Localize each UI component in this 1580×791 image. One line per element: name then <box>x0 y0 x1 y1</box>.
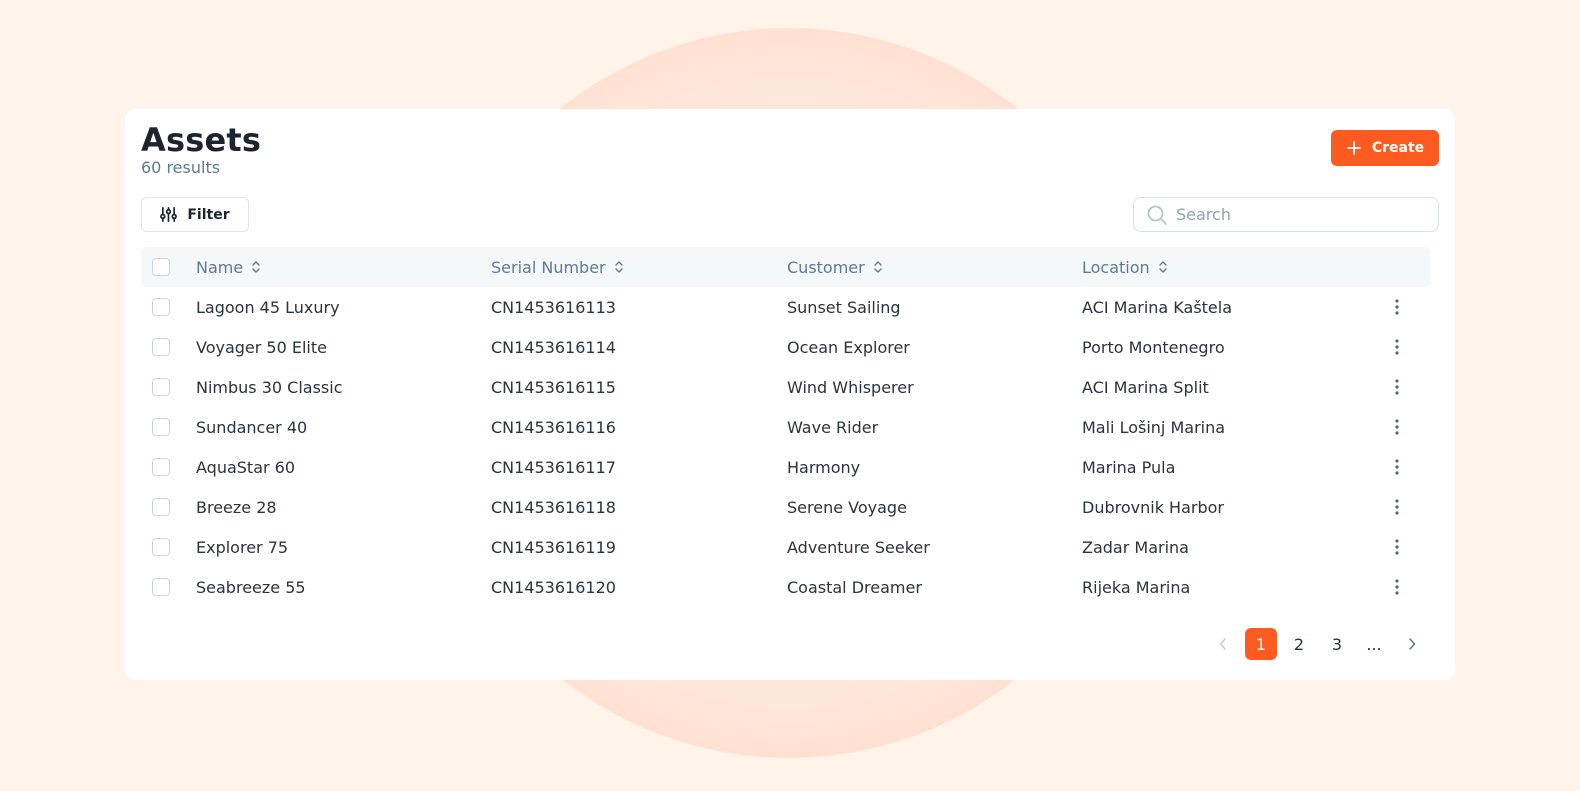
table-header: Name Serial Number Customer Location <box>141 247 1431 287</box>
page-button-1[interactable]: 1 <box>1245 628 1277 660</box>
search-icon <box>1147 205 1167 225</box>
column-header-label: Name <box>196 257 244 277</box>
select-all-checkbox[interactable] <box>152 258 170 276</box>
more-vertical-icon <box>1395 419 1399 435</box>
table-row[interactable]: Explorer 75 CN1453616119 Adventure Seeke… <box>141 527 1431 567</box>
cell-customer: Serene Voyage <box>787 497 907 517</box>
column-header-serial-number[interactable]: Serial Number <box>491 247 624 287</box>
cell-serial-number: CN1453616120 <box>491 577 616 597</box>
row-menu-button[interactable] <box>1385 375 1409 399</box>
table-row[interactable]: Breeze 28 CN1453616118 Serene Voyage Dub… <box>141 487 1431 527</box>
table-row[interactable]: Nimbus 30 Classic CN1453616115 Wind Whis… <box>141 367 1431 407</box>
cell-serial-number: CN1453616114 <box>491 337 616 357</box>
row-checkbox[interactable] <box>152 458 170 476</box>
cell-customer: Adventure Seeker <box>787 537 930 557</box>
row-checkbox[interactable] <box>152 418 170 436</box>
cell-customer: Sunset Sailing <box>787 297 901 317</box>
row-checkbox[interactable] <box>152 498 170 516</box>
column-header-label: Location <box>1082 257 1150 277</box>
more-vertical-icon <box>1395 579 1399 595</box>
cell-customer: Wave Rider <box>787 417 879 437</box>
search-input[interactable] <box>1176 205 1426 224</box>
more-vertical-icon <box>1395 379 1399 395</box>
column-header-label: Serial Number <box>491 257 606 277</box>
more-vertical-icon <box>1395 459 1399 475</box>
assets-card: Assets 60 results Create Filter Name <box>125 109 1455 680</box>
cell-customer: Coastal Dreamer <box>787 577 922 597</box>
row-checkbox[interactable] <box>152 538 170 556</box>
cell-customer: Wind Whisperer <box>787 377 914 397</box>
cell-location: ACI Marina Kaštela <box>1082 297 1233 317</box>
cell-location: Mali Lošinj Marina <box>1082 417 1226 437</box>
cell-location: ACI Marina Split <box>1082 377 1209 397</box>
sliders-icon <box>160 207 178 222</box>
chevron-left-icon <box>1219 638 1226 650</box>
create-button[interactable]: Create <box>1331 130 1439 166</box>
cell-name: Nimbus 30 Classic <box>196 377 343 397</box>
table-row[interactable]: Lagoon 45 Luxury CN1453616113 Sunset Sai… <box>141 287 1431 327</box>
row-menu-button[interactable] <box>1385 295 1409 319</box>
table-row[interactable]: Sundancer 40 CN1453616116 Wave Rider Mal… <box>141 407 1431 447</box>
plus-icon <box>1346 141 1361 155</box>
results-count: 60 results <box>141 158 221 177</box>
more-vertical-icon <box>1395 499 1399 515</box>
page-button-2[interactable]: 2 <box>1283 628 1315 660</box>
sort-icon <box>252 261 260 273</box>
cell-location: Porto Montenegro <box>1082 337 1225 357</box>
table-row[interactable]: Seabreeze 55 CN1453616120 Coastal Dreame… <box>141 567 1431 607</box>
cell-serial-number: CN1453616115 <box>491 377 616 397</box>
cell-name: Voyager 50 Elite <box>196 337 327 357</box>
column-header-location[interactable]: Location <box>1082 247 1168 287</box>
cell-location: Zadar Marina <box>1082 537 1189 557</box>
row-menu-button[interactable] <box>1385 575 1409 599</box>
search-box[interactable] <box>1133 197 1439 232</box>
row-menu-button[interactable] <box>1385 495 1409 519</box>
column-header-name[interactable]: Name <box>196 247 261 287</box>
cell-name: Explorer 75 <box>196 537 289 557</box>
table-row[interactable]: Voyager 50 Elite CN1453616114 Ocean Expl… <box>141 327 1431 367</box>
cell-location: Dubrovnik Harbor <box>1082 497 1224 517</box>
cell-serial-number: CN1453616113 <box>491 297 616 317</box>
row-checkbox[interactable] <box>152 378 170 396</box>
more-vertical-icon <box>1395 339 1399 355</box>
sort-icon <box>1158 261 1167 273</box>
page-title: Assets <box>141 121 262 159</box>
sort-icon <box>874 261 882 273</box>
cell-name: Sundancer 40 <box>196 417 308 437</box>
cell-customer: Ocean Explorer <box>787 337 910 357</box>
more-vertical-icon <box>1395 539 1399 555</box>
row-checkbox[interactable] <box>152 298 170 316</box>
table-row[interactable]: AquaStar 60 CN1453616117 Harmony Marina … <box>141 447 1431 487</box>
sort-icon <box>614 261 623 273</box>
next-page-button[interactable] <box>1396 628 1428 660</box>
pagination: 1 2 3 ... <box>1205 628 1435 660</box>
cell-serial-number: CN1453616118 <box>491 497 616 517</box>
row-checkbox[interactable] <box>152 578 170 596</box>
chevron-right-icon <box>1409 638 1416 650</box>
cell-name: Seabreeze 55 <box>196 577 306 597</box>
cell-name: AquaStar 60 <box>196 457 296 477</box>
cell-serial-number: CN1453616117 <box>491 457 616 477</box>
page-ellipsis: ... <box>1366 634 1382 654</box>
filter-button-label: Filter <box>187 206 230 223</box>
row-menu-button[interactable] <box>1385 415 1409 439</box>
prev-page-button[interactable] <box>1207 628 1239 660</box>
column-header-label: Customer <box>787 257 865 277</box>
cell-name: Breeze 28 <box>196 497 277 517</box>
cell-location: Rijeka Marina <box>1082 577 1191 597</box>
cell-serial-number: CN1453616116 <box>491 417 616 437</box>
filter-button[interactable]: Filter <box>141 197 249 232</box>
cell-name: Lagoon 45 Luxury <box>196 297 340 317</box>
row-menu-button[interactable] <box>1385 535 1409 559</box>
cell-location: Marina Pula <box>1082 457 1176 477</box>
cell-customer: Harmony <box>787 457 861 477</box>
more-vertical-icon <box>1395 299 1399 315</box>
cell-serial-number: CN1453616119 <box>491 537 616 557</box>
row-checkbox[interactable] <box>152 338 170 356</box>
page-button-3[interactable]: 3 <box>1321 628 1353 660</box>
create-button-label: Create <box>1371 140 1425 156</box>
row-menu-button[interactable] <box>1385 455 1409 479</box>
column-header-customer[interactable]: Customer <box>787 247 883 287</box>
row-menu-button[interactable] <box>1385 335 1409 359</box>
